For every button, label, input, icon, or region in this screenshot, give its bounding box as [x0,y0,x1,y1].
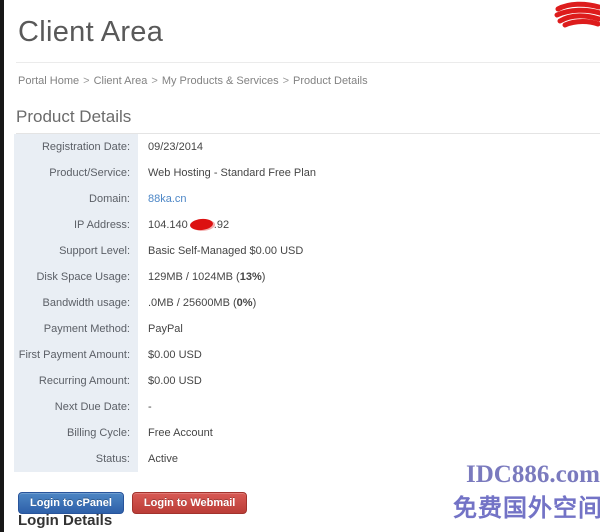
row-value: Basic Self-Managed $0.00 USD [138,238,438,264]
details-table-body: Registration Date:09/23/2014Product/Serv… [14,134,438,472]
login-buttons-row: Login to cPanel Login to Webmail [18,492,247,514]
table-row: IP Address:104.140.92 [14,212,438,238]
row-label: Status: [14,446,138,472]
row-value: 104.140.92 [138,212,438,238]
breadcrumb-current: Product Details [293,75,368,87]
breadcrumb-separator: > [283,75,289,87]
row-value: .0MB / 25600MB (0%) [138,290,438,316]
row-label: Registration Date: [14,134,138,160]
table-row: Support Level:Basic Self-Managed $0.00 U… [14,238,438,264]
row-value: $0.00 USD [138,368,438,394]
row-label: Support Level: [14,238,138,264]
breadcrumb-link[interactable]: Portal Home [18,75,79,87]
table-row: Recurring Amount:$0.00 USD [14,368,438,394]
table-row: Payment Method:PayPal [14,316,438,342]
table-row: Domain: 88ka.cn [14,186,438,212]
client-area-page: { "page": { "title": "Client Area", "sec… [0,0,600,532]
row-value: Active [138,446,438,472]
product-details-table: Registration Date:09/23/2014Product/Serv… [14,134,438,472]
table-row: Product/Service:Web Hosting - Standard F… [14,160,438,186]
row-value: 09/23/2014 [138,134,438,160]
row-label: Billing Cycle: [14,420,138,446]
row-label: Domain: [14,186,138,212]
watermark-chinese-text: 免费国外空间 [451,488,600,523]
row-label: Bandwidth usage: [14,290,138,316]
red-scribble-annotation [554,1,600,29]
row-label: Payment Method: [14,316,138,342]
watermark-text: IDC886.com [452,461,600,489]
row-label: Product/Service: [14,160,138,186]
table-row: Registration Date:09/23/2014 [14,134,438,160]
row-label: IP Address: [14,212,138,238]
table-row: First Payment Amount:$0.00 USD [14,342,438,368]
page-content: Client Area Portal Home>Client Area>My P… [4,0,600,532]
row-value: Free Account [138,420,438,446]
ip-redaction-blob [189,218,213,231]
breadcrumb-separator: > [83,75,89,87]
page-title: Client Area [18,16,163,49]
section-title-product-details: Product Details [16,107,600,134]
breadcrumb-separator: > [151,75,157,87]
domain-link[interactable]: 88ka.cn [148,193,187,205]
breadcrumb-link[interactable]: My Products & Services [162,75,279,87]
breadcrumb: Portal Home>Client Area>My Products & Se… [18,75,368,87]
row-value: $0.00 USD [138,342,438,368]
row-label: Recurring Amount: [14,368,138,394]
breadcrumb-link[interactable]: Client Area [94,75,148,87]
row-label: Next Due Date: [14,394,138,420]
row-value: Web Hosting - Standard Free Plan [138,160,438,186]
row-value: 129MB / 1024MB (13%) [138,264,438,290]
table-row: Status:Active [14,446,438,472]
header-divider [16,62,600,63]
row-label: Disk Space Usage: [14,264,138,290]
row-value: PayPal [138,316,438,342]
row-label: First Payment Amount: [14,342,138,368]
table-row: Disk Space Usage:129MB / 1024MB (13%) [14,264,438,290]
section-title-login-details: Login Details [18,512,112,529]
login-to-webmail-button[interactable]: Login to Webmail [132,492,247,514]
table-row: Billing Cycle:Free Account [14,420,438,446]
table-row: Next Due Date:- [14,394,438,420]
login-to-cpanel-button[interactable]: Login to cPanel [18,492,124,514]
table-row: Bandwidth usage:.0MB / 25600MB (0%) [14,290,438,316]
row-value: 88ka.cn [138,186,438,212]
row-value: - [138,394,438,420]
